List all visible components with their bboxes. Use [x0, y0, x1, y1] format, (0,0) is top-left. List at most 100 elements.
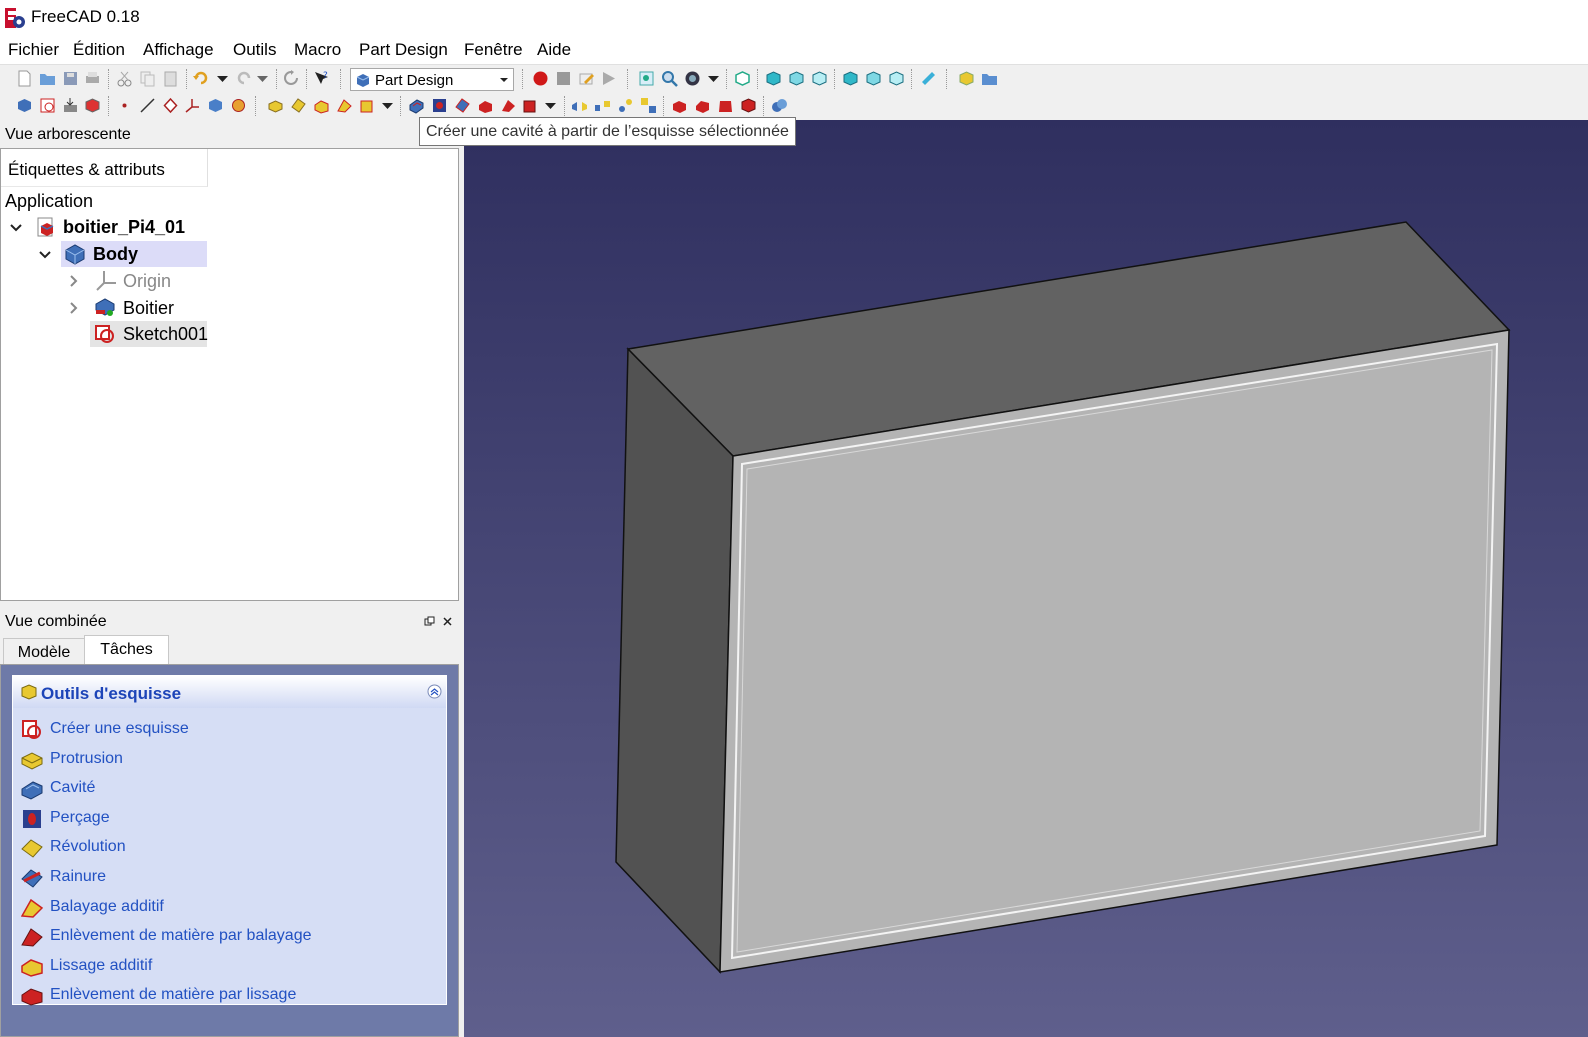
- view-rear-icon[interactable]: [842, 70, 859, 87]
- zoom-icon[interactable]: [661, 70, 678, 87]
- menu-macro[interactable]: Macro: [294, 40, 341, 60]
- whats-this-icon[interactable]: ?: [313, 70, 330, 87]
- chevron-right-icon[interactable]: [67, 301, 81, 315]
- menu-outils[interactable]: Outils: [233, 40, 276, 60]
- hole-icon: [23, 810, 41, 828]
- edit-macro-icon[interactable]: [578, 70, 595, 87]
- undo-icon[interactable]: [193, 70, 210, 87]
- sketch-tools-header[interactable]: Outils d'esquisse: [13, 676, 446, 708]
- view-right-icon[interactable]: [811, 70, 828, 87]
- view-top-icon[interactable]: [788, 70, 805, 87]
- record-macro-icon[interactable]: [532, 70, 549, 87]
- tree-column-header[interactable]: Étiquettes & attributs: [1, 149, 208, 187]
- polar-pattern-icon[interactable]: [617, 97, 634, 114]
- datum-point-icon[interactable]: [116, 97, 133, 114]
- tree-item-body[interactable]: Body: [93, 244, 138, 265]
- thickness-icon[interactable]: [740, 97, 757, 114]
- view-left-icon[interactable]: [888, 70, 905, 87]
- datum-plane-icon[interactable]: [162, 97, 179, 114]
- workbench-label: Part Design: [375, 72, 454, 89]
- pad-icon[interactable]: [267, 97, 284, 114]
- pocket-icon: [21, 781, 43, 800]
- groove-icon[interactable]: [454, 97, 471, 114]
- chevron-down-icon[interactable]: [214, 70, 231, 87]
- new-sketch-icon[interactable]: [39, 97, 56, 114]
- tree-root-application[interactable]: Application: [5, 191, 93, 212]
- redo-icon[interactable]: [235, 70, 252, 87]
- boolean-icon[interactable]: [771, 97, 788, 114]
- menu-aide[interactable]: Aide: [537, 40, 571, 60]
- linear-pattern-icon[interactable]: [594, 97, 611, 114]
- menu-fenetre[interactable]: Fenêtre: [464, 40, 523, 60]
- sub-shape-binder-icon[interactable]: [230, 97, 247, 114]
- create-body-icon[interactable]: [16, 97, 33, 114]
- collapse-icon[interactable]: [427, 684, 442, 699]
- revolution-icon: [21, 839, 43, 858]
- fit-all-icon[interactable]: [638, 70, 655, 87]
- float-window-icon[interactable]: [424, 616, 435, 627]
- refresh-icon[interactable]: [283, 70, 300, 87]
- workbench-selector[interactable]: Part Design: [350, 68, 514, 91]
- hole-icon[interactable]: [431, 97, 448, 114]
- stop-macro-icon[interactable]: [555, 70, 572, 87]
- additive-loft-icon[interactable]: [313, 97, 330, 114]
- paste-icon[interactable]: [162, 70, 179, 87]
- tab-modele[interactable]: Modèle: [3, 638, 85, 666]
- view-bottom-icon[interactable]: [865, 70, 882, 87]
- chevron-down-icon[interactable]: [38, 248, 52, 262]
- tab-taches[interactable]: Tâches: [84, 635, 169, 666]
- chevron-right-icon[interactable]: [67, 274, 81, 288]
- chevron-down-icon[interactable]: [9, 221, 23, 235]
- multi-transform-icon[interactable]: [640, 97, 657, 114]
- view-isometric-icon[interactable]: [734, 70, 751, 87]
- 3d-viewport[interactable]: [464, 120, 1588, 1037]
- tree-item-sketch[interactable]: Sketch001: [123, 324, 208, 345]
- fillet-icon[interactable]: [671, 97, 688, 114]
- tree-item-document[interactable]: boitier_Pi4_01: [63, 217, 185, 238]
- new-document-icon[interactable]: [16, 70, 33, 87]
- additive-pipe-icon[interactable]: [336, 97, 353, 114]
- close-icon[interactable]: [442, 616, 453, 627]
- validate-sketch-icon[interactable]: [62, 97, 79, 114]
- measure-icon[interactable]: [920, 70, 937, 87]
- create-part-icon[interactable]: [958, 70, 975, 87]
- additive-primitive-icon[interactable]: [359, 97, 376, 114]
- print-icon[interactable]: [84, 70, 101, 87]
- menu-edition[interactable]: Édition: [73, 40, 125, 60]
- save-icon[interactable]: [62, 70, 79, 87]
- subtractive-loft-icon[interactable]: [477, 97, 494, 114]
- chevron-down-icon[interactable]: [542, 97, 559, 114]
- datum-line-icon[interactable]: [139, 97, 156, 114]
- chamfer-icon[interactable]: [694, 97, 711, 114]
- sketch-tools-box: Outils d'esquisse Créer une esquisse Pro…: [12, 675, 447, 1006]
- subtractive-pipe-icon[interactable]: [500, 97, 517, 114]
- 3d-model-box[interactable]: [464, 120, 1588, 1037]
- tree-item-origin[interactable]: Origin: [123, 271, 171, 292]
- revolution-icon[interactable]: [290, 97, 307, 114]
- tooltip: Créer une cavité à partir de l’esquisse …: [419, 117, 796, 146]
- chevron-down-icon[interactable]: [705, 70, 722, 87]
- local-coordinate-system-icon[interactable]: [184, 97, 201, 114]
- copy-icon[interactable]: [139, 70, 156, 87]
- menu-part-design[interactable]: Part Design: [359, 40, 448, 60]
- run-macro-icon[interactable]: [600, 70, 617, 87]
- task-panel: Outils d'esquisse Créer une esquisse Pro…: [0, 664, 459, 1037]
- tree-item-boitier[interactable]: Boitier: [123, 298, 174, 319]
- shape-binder-icon[interactable]: [84, 97, 101, 114]
- cut-icon[interactable]: [116, 70, 133, 87]
- chevron-down-icon[interactable]: [379, 97, 396, 114]
- menu-fichier[interactable]: Fichier: [8, 40, 59, 60]
- subtractive-primitive-icon[interactable]: [522, 97, 539, 114]
- draw-style-icon[interactable]: [684, 70, 701, 87]
- create-group-icon[interactable]: [981, 70, 998, 87]
- pocket-icon[interactable]: [408, 97, 425, 114]
- draft-icon[interactable]: [717, 97, 734, 114]
- menu-affichage[interactable]: Affichage: [143, 40, 214, 60]
- mirrored-icon[interactable]: [571, 97, 588, 114]
- open-folder-icon[interactable]: [39, 70, 56, 87]
- main-toolbar: ? Part Design: [0, 64, 1588, 92]
- chevron-down-icon[interactable]: [254, 70, 271, 87]
- pad-feature-icon: [95, 298, 115, 316]
- clone-icon[interactable]: [207, 97, 224, 114]
- view-front-icon[interactable]: [765, 70, 782, 87]
